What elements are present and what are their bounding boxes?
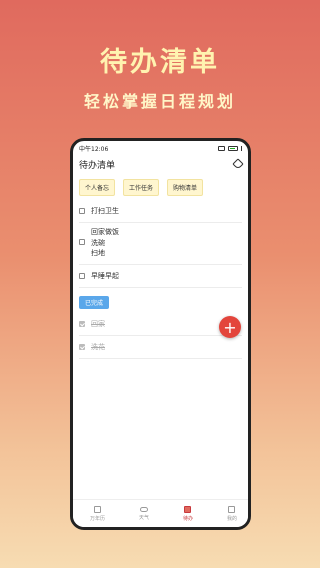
- add-button[interactable]: +: [219, 316, 241, 338]
- tab-shopping[interactable]: 购物清单: [167, 179, 204, 196]
- tab-work[interactable]: 工作任务: [123, 179, 160, 196]
- list-item[interactable]: 打扫卫生: [79, 200, 242, 223]
- list-item[interactable]: 早睡早起: [79, 265, 242, 289]
- todo-line: 洗碗: [91, 238, 105, 247]
- todo-text: 打扫卫生: [91, 207, 119, 215]
- checkbox-checked[interactable]: [79, 344, 85, 351]
- nav-label: 我的: [226, 515, 237, 522]
- todo-text: 回家: [91, 320, 105, 329]
- nav-weather[interactable]: 天气: [138, 506, 149, 521]
- app-bar: 待办清单: [73, 155, 248, 173]
- nav-calendar[interactable]: 万年历: [89, 505, 105, 522]
- todo-text: 洗花: [91, 343, 105, 352]
- nav-label: 天气: [138, 514, 149, 521]
- promo-subtitle: 轻松掌握日程规划: [83, 92, 236, 111]
- list-item[interactable]: 回家做饭 洗碗 扫地: [79, 223, 242, 266]
- tag-icon[interactable]: [232, 158, 244, 170]
- completed-badge: 已完成: [79, 296, 110, 310]
- nav-label: 待办: [182, 515, 193, 522]
- calendar-icon: [93, 505, 101, 513]
- checkbox[interactable]: [79, 208, 85, 214]
- todo-text: 回家做饭 洗碗 扫地: [91, 228, 119, 258]
- camera-icon: [218, 145, 225, 151]
- status-time: 中午12:06: [79, 145, 109, 153]
- phone-frame: 中午12:06 待办清单 个人备忘 工作任务 购物清单 打扫卫生 回家做饭 洗碗…: [70, 138, 251, 530]
- nav-profile[interactable]: 我的: [226, 505, 237, 522]
- status-bar: 中午12:06: [73, 141, 248, 155]
- list-item[interactable]: 回家: [79, 313, 242, 337]
- status-icons: [218, 145, 242, 151]
- checkbox[interactable]: [79, 239, 85, 245]
- nav-label: 万年历: [89, 515, 105, 522]
- todo-line: 扫地: [91, 249, 105, 258]
- promo-title: 待办清单: [100, 47, 220, 78]
- bottom-nav: 万年历 天气 待办 我的: [73, 499, 248, 527]
- profile-icon: [228, 505, 236, 513]
- todo-text: 早睡早起: [91, 272, 119, 281]
- todo-icon: [184, 505, 192, 513]
- checkbox[interactable]: [79, 273, 85, 280]
- tab-personal[interactable]: 个人备忘: [79, 179, 116, 196]
- signal-icon: [241, 145, 242, 151]
- todo-list: 打扫卫生 回家做饭 洗碗 扫地 早睡早起: [73, 200, 248, 289]
- battery-icon: [228, 145, 238, 151]
- todo-line: 回家做饭: [91, 228, 119, 236]
- category-tabs: 个人备忘 工作任务 购物清单: [73, 173, 248, 200]
- checkbox-checked[interactable]: [79, 321, 85, 328]
- nav-todo[interactable]: 待办: [182, 505, 193, 522]
- cloud-icon: [139, 506, 148, 512]
- page-title: 待办清单: [79, 160, 116, 171]
- list-item[interactable]: 洗花: [79, 336, 242, 360]
